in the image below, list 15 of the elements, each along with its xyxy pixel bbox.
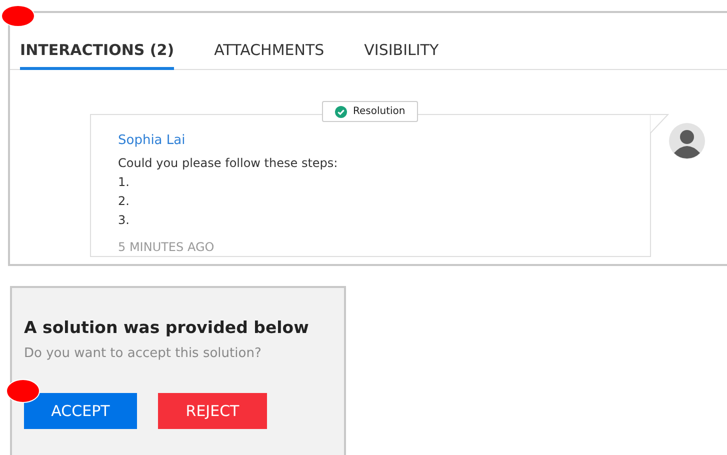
prompt-title: A solution was provided below <box>24 318 310 338</box>
tab[interactable]: VISIBILITY <box>364 13 439 70</box>
author-link[interactable]: Sophia Lai <box>118 131 623 150</box>
accept-button[interactable]: ACCEPT <box>24 393 137 430</box>
tab[interactable]: ATTACHMENTS <box>214 13 324 70</box>
timestamp: 5 MINUTES AGO <box>118 238 216 256</box>
message-line: Could you please follow these steps: <box>118 154 339 172</box>
reject-button[interactable]: REJECT <box>158 393 267 430</box>
message-line: 1. <box>118 174 130 190</box>
prompt-question: Do you want to accept this solution? <box>24 344 262 363</box>
badge-label: Resolution <box>353 105 406 119</box>
message-line: 2. <box>118 192 130 210</box>
check-icon <box>335 106 347 118</box>
message-line: 3. <box>118 212 130 228</box>
avatar-icon <box>669 123 705 159</box>
